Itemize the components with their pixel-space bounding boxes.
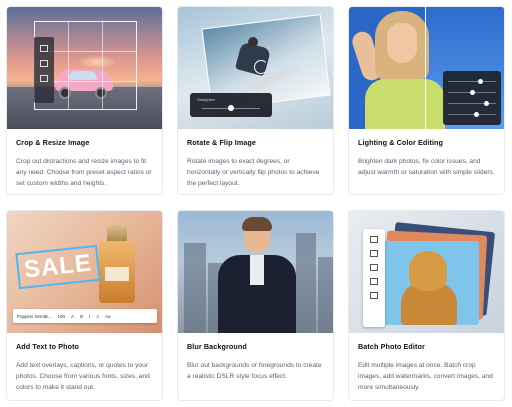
card-title: Crop & Resize Image [16, 138, 90, 147]
feature-card-text[interactable]: SALE Poppins SemiB... 100 A B I ≡ Aa Add… [6, 210, 163, 401]
lighting-preview-image [349, 7, 504, 129]
before-after-divider [425, 7, 426, 129]
align-glyph: ≡ [96, 313, 99, 319]
card-title: Lighting & Color Editing [358, 138, 444, 147]
slider-icon [443, 71, 501, 125]
sale-overlay-text: SALE [22, 249, 94, 284]
feature-card-blur[interactable]: Blur Background Blur out backgrounds or … [177, 210, 334, 401]
card-description: Rotate images to exact degrees, or horiz… [187, 158, 320, 187]
feature-card-lighting[interactable]: Lighting & Color Editing Brighten dark p… [348, 6, 505, 195]
card-title: Rotate & Flip Image [187, 138, 256, 147]
crop-preview-image [7, 7, 162, 129]
rotate-icon [254, 60, 268, 74]
rotate-preview-image: Straighten [178, 7, 333, 129]
straighten-label: Straighten [197, 97, 216, 102]
text-preview-image: SALE Poppins SemiB... 100 A B I ≡ Aa [7, 211, 162, 333]
batch-preview-image [349, 211, 504, 333]
feature-card-batch[interactable]: Batch Photo Editor Edit multiple images … [348, 210, 505, 401]
font-color-glyph: A [71, 313, 75, 319]
card-title: Batch Photo Editor [358, 342, 425, 351]
feature-grid: Crop & Resize Image Crop out distraction… [6, 6, 506, 401]
card-title: Blur Background [187, 342, 247, 351]
font-size: 100 [57, 313, 66, 319]
card-description: Add text overlays, captions, or quotes t… [16, 362, 150, 391]
card-description: Edit multiple images at once. Batch crop… [358, 362, 493, 391]
bold-glyph: B [80, 313, 84, 319]
crop-ratio-panel [34, 37, 54, 103]
sale-text-box: SALE [15, 244, 101, 290]
card-description: Crop out distractions and resize images … [16, 158, 152, 187]
blur-preview-image [178, 211, 333, 333]
card-description: Brighten dark photos, fix color issues, … [358, 158, 495, 176]
text-toolbar-icon: Poppins SemiB... 100 A B I ≡ Aa [13, 309, 157, 323]
card-description: Blur out backgrounds or foregrounds to c… [187, 362, 322, 380]
card-title: Add Text to Photo [16, 342, 80, 351]
feature-card-rotate[interactable]: Straighten Rotate & Flip Image Rotate im… [177, 6, 334, 195]
straighten-slider-knob [228, 105, 234, 111]
batch-sidebar-icon [363, 229, 385, 327]
case-glyph: Aa [104, 313, 111, 319]
feature-card-crop[interactable]: Crop & Resize Image Crop out distraction… [6, 6, 163, 195]
font-name: Poppins SemiB... [17, 313, 52, 319]
italic-glyph: I [89, 313, 91, 319]
straighten-panel: Straighten [190, 93, 272, 117]
